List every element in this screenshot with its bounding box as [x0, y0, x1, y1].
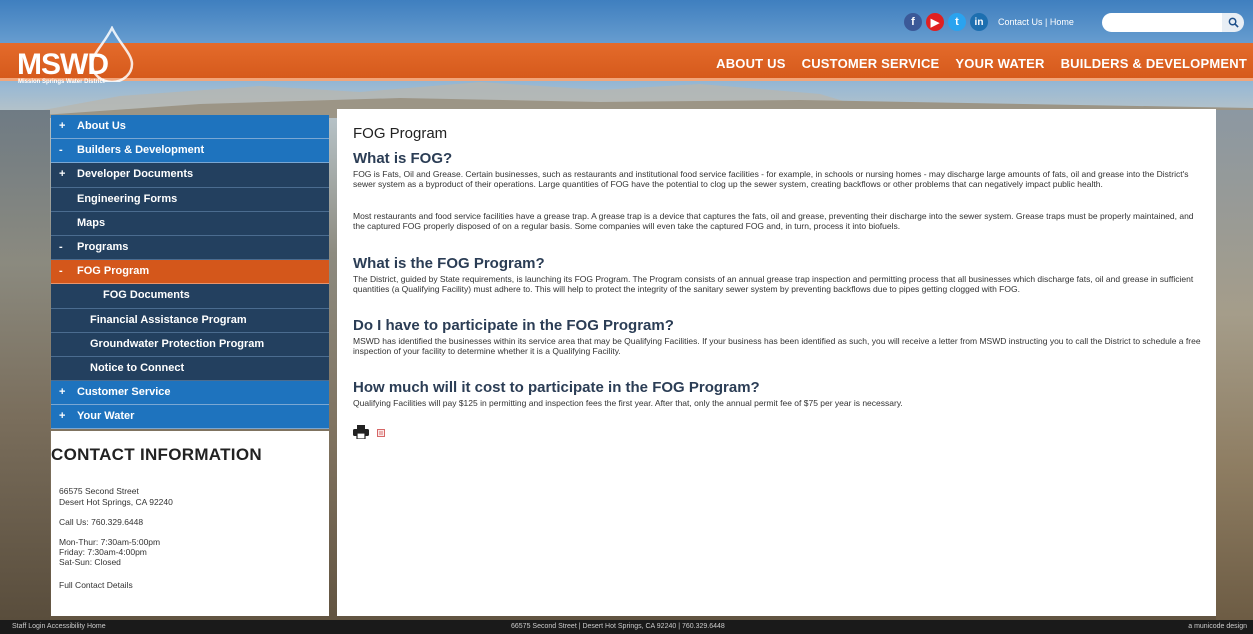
background-city-left [0, 110, 50, 620]
nav-your-water[interactable]: YOUR WATER [955, 56, 1044, 71]
contact-hours-weekend: Sat-Sun: Closed [59, 557, 121, 567]
paragraph-participate: MSWD has identified the businesses withi… [353, 336, 1201, 356]
background-city-right [1216, 110, 1253, 620]
paragraph-fog-program: The District, guided by State requiremen… [353, 274, 1194, 294]
sidebar-item-label: Developer Documents [77, 168, 194, 181]
sidebar-item-your-water[interactable]: + Your Water [51, 405, 329, 430]
youtube-icon[interactable]: ▶ [926, 13, 944, 31]
contact-phone: Call Us: 760.329.6448 [59, 517, 144, 527]
nav-customer-service[interactable]: CUSTOMER SERVICE [802, 56, 940, 71]
footer: Staff Login Accessibility Home 66575 Sec… [0, 620, 1253, 634]
sidebar-item-about-us[interactable]: + About Us [51, 115, 329, 140]
print-icon[interactable] [353, 425, 369, 439]
sidebar-item-label: Groundwater Protection Program [90, 337, 265, 350]
paragraph-cost: Qualifying Facilities will pay $125 in p… [353, 398, 903, 408]
sidebar-item-customer-service[interactable]: + Customer Service [51, 381, 329, 406]
contact-address-line2: Desert Hot Springs, CA 92240 [59, 497, 173, 507]
contact-address-line1: 66575 Second Street [59, 486, 139, 496]
nav-builders-development[interactable]: BUILDERS & DEVELOPMENT [1061, 56, 1247, 71]
collapse-icon: - [59, 240, 63, 253]
contact-us-link[interactable]: Contact Us [998, 17, 1043, 27]
sidebar-item-engineering-forms[interactable]: Engineering Forms [51, 187, 329, 212]
full-contact-details-link[interactable]: Full Contact Details [59, 580, 133, 590]
twitter-icon[interactable]: t [948, 13, 966, 31]
sidebar-item-maps[interactable]: Maps [51, 211, 329, 236]
sidebar-item-label: Builders & Development [77, 144, 205, 157]
facebook-icon[interactable]: f [904, 13, 922, 31]
collapse-icon: - [59, 144, 63, 157]
heading-what-is-fog: What is FOG? [353, 150, 453, 167]
footer-credit[interactable]: a municode design [1188, 623, 1247, 630]
main-nav: ABOUT US CUSTOMER SERVICE YOUR WATER BUI… [716, 56, 1247, 71]
sidebar-item-financial-assistance[interactable]: Financial Assistance Program [51, 308, 329, 333]
contact-title: CONTACT INFORMATION [51, 445, 262, 464]
paragraph-grease-trap: Most restaurants and food service facili… [353, 211, 1194, 231]
sidebar-item-label: Programs [77, 240, 129, 253]
sidebar-item-label: FOG Documents [103, 289, 190, 302]
sidebar-item-label: Customer Service [77, 386, 171, 399]
sidebar-item-label: Engineering Forms [77, 192, 178, 205]
heading-what-is-fog-program: What is the FOG Program? [353, 255, 545, 272]
pdf-icon[interactable] [377, 429, 385, 437]
sidebar-item-groundwater-protection[interactable]: Groundwater Protection Program [51, 332, 329, 357]
sidebar-menu: + About Us - Builders & Development + Devel… [51, 115, 329, 430]
sidebar-item-fog-program[interactable]: - FOG Program [51, 260, 329, 285]
sidebar-item-label: Your Water [77, 410, 135, 423]
top-links-separator: | [1045, 17, 1048, 27]
sidebar-item-builders-development[interactable]: - Builders & Development [51, 139, 329, 164]
sidebar-item-label: About Us [77, 120, 126, 132]
expand-icon: + [59, 168, 66, 181]
heading-participate: Do I have to participate in the FOG Prog… [353, 317, 674, 334]
nav-about-us[interactable]: ABOUT US [716, 56, 786, 71]
home-link[interactable]: Home [1050, 17, 1074, 27]
logo-subtitle: Mission Springs Water District [18, 79, 105, 85]
sidebar-item-fog-documents[interactable]: FOG Documents [51, 284, 329, 309]
sidebar-item-programs[interactable]: - Programs [51, 235, 329, 261]
expand-icon: + [59, 120, 66, 132]
expand-icon: + [59, 386, 66, 399]
paragraph-fog-definition: FOG is Fats, Oil and Grease. Certain bus… [353, 169, 1189, 189]
expand-icon: + [59, 410, 66, 423]
heading-cost: How much will it cost to participate in … [353, 379, 760, 396]
sidebar-item-label: Maps [77, 216, 106, 229]
linkedin-icon[interactable]: in [970, 13, 988, 31]
sidebar-item-label: Notice to Connect [90, 361, 185, 374]
search-icon [1228, 17, 1239, 28]
footer-address: 66575 Second Street | Desert Hot Springs… [511, 623, 725, 630]
sidebar-item-notice-to-connect[interactable]: Notice to Connect [51, 356, 329, 382]
sidebar-item-label: FOG Program [77, 265, 150, 278]
contact-hours-weekday: Mon-Thur: 7:30am-5:00pm [59, 537, 161, 547]
search-input[interactable] [1102, 13, 1222, 32]
contact-information: CONTACT INFORMATION 66575 Second Street … [51, 431, 329, 616]
page-title: FOG Program [353, 125, 448, 142]
search-button[interactable] [1222, 13, 1244, 32]
top-links: Contact Us | Home [998, 17, 1074, 27]
main-content: FOG Program What is FOG? FOG is Fats, Oi… [337, 109, 1216, 616]
footer-links[interactable]: Staff Login Accessibility Home [12, 623, 106, 630]
mswd-logo[interactable]: MSWD Mission Springs Water District [12, 26, 134, 88]
logo-text: MSWD [17, 48, 109, 81]
sidebar-item-developer-documents[interactable]: + Developer Documents [51, 163, 329, 188]
collapse-icon: - [59, 265, 63, 278]
contact-hours-friday: Friday: 7:30am-4:00pm [59, 547, 147, 557]
sidebar-item-label: Financial Assistance Program [90, 313, 247, 326]
